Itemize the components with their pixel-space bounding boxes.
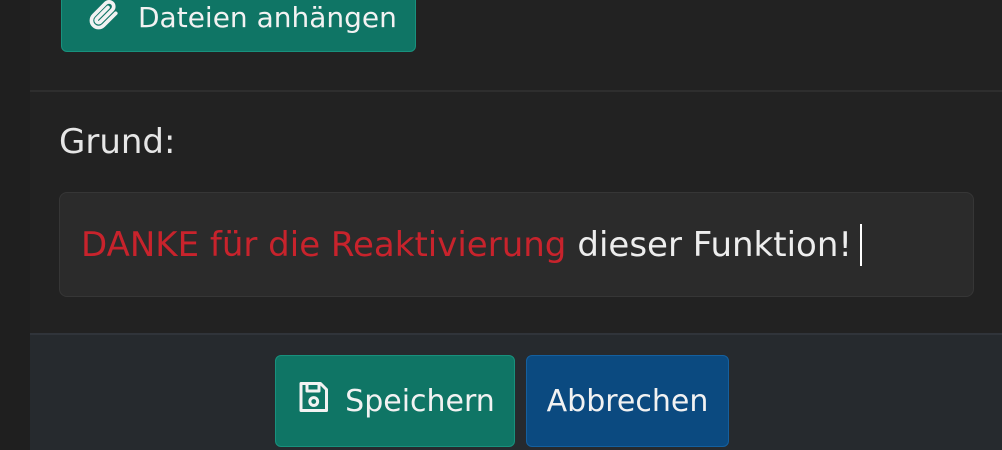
attach-files-button[interactable]: Dateien anhängen xyxy=(61,0,416,52)
cancel-button[interactable]: Abbrechen xyxy=(526,355,729,447)
section-divider xyxy=(30,90,1002,92)
save-label: Speichern xyxy=(345,383,495,419)
cancel-label: Abbrechen xyxy=(546,383,709,419)
form-footer xyxy=(30,333,1002,450)
reason-text-highlighted: DANKE für die Reaktivierung xyxy=(81,224,567,265)
reason-label: Grund: xyxy=(59,122,176,162)
attach-files-label: Dateien anhängen xyxy=(138,0,397,34)
reason-input[interactable]: DANKE für die Reaktivierung dieser Funkt… xyxy=(59,192,974,297)
reason-text: dieser Funktion! xyxy=(577,224,852,265)
text-caret xyxy=(860,223,862,266)
save-button[interactable]: Speichern xyxy=(275,355,515,447)
floppy-disk-icon xyxy=(295,379,331,423)
paperclip-icon xyxy=(86,0,120,38)
